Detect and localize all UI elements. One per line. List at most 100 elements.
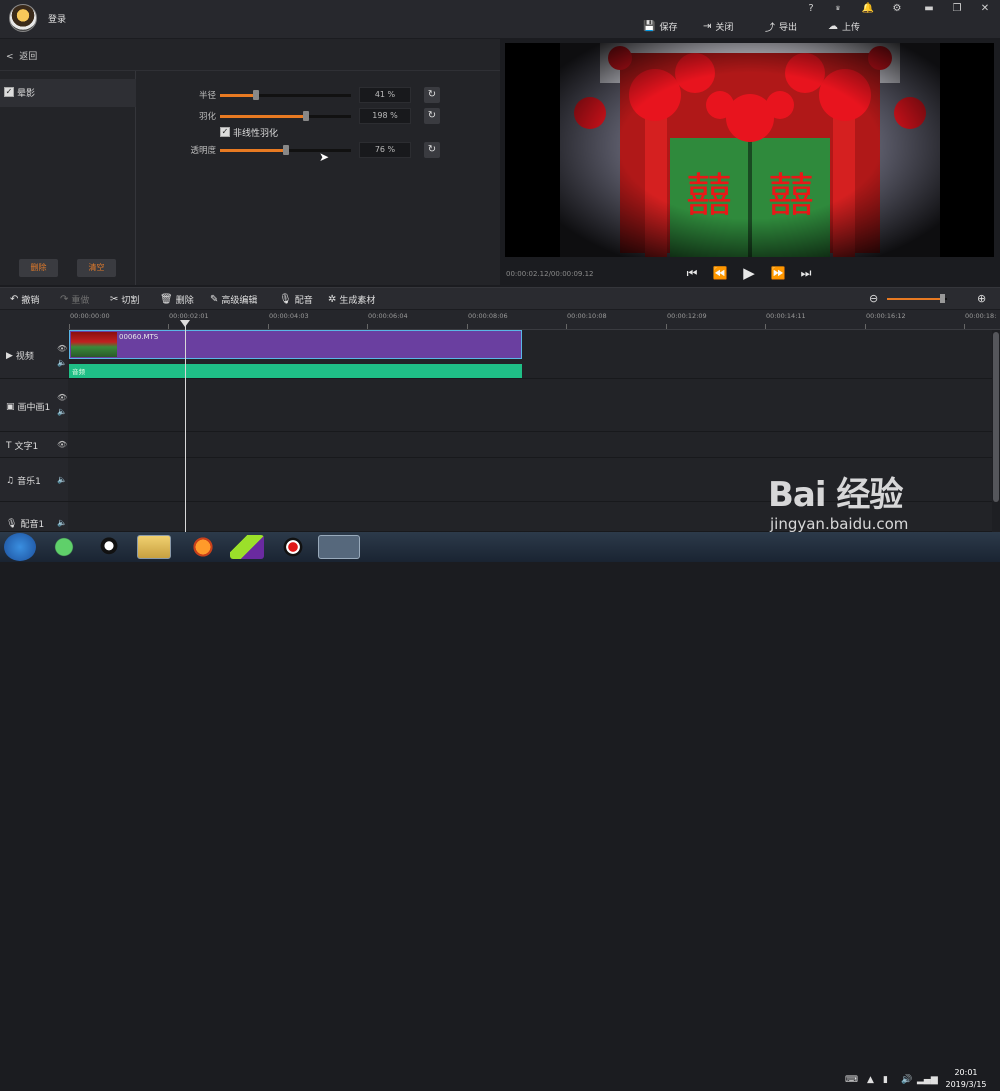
tick-line xyxy=(765,324,766,329)
video-preview[interactable]: 囍 囍 xyxy=(505,43,994,257)
next-frame-icon[interactable]: ⏩ xyxy=(770,265,786,281)
reset-icon[interactable]: ↻ xyxy=(424,87,440,103)
tick-line xyxy=(268,324,269,329)
gear-icon[interactable]: ⚙ xyxy=(890,2,904,16)
restore-icon[interactable]: ❐ xyxy=(950,2,964,16)
upload-button[interactable]: ☁ 上传 xyxy=(828,19,860,33)
clock[interactable]: 20:01 2019/3/15 xyxy=(938,1067,994,1091)
bell-icon[interactable]: 🔔 xyxy=(861,2,875,16)
radius-slider[interactable] xyxy=(220,90,351,100)
track-header-video[interactable]: ▶ 视频 👁 🔈 xyxy=(0,330,68,379)
delete-button[interactable]: 🗑 删除 xyxy=(160,293,194,306)
opacity-value[interactable]: 76 % xyxy=(359,142,411,158)
tick-line xyxy=(666,324,667,329)
preview-timecode: 00:00:02.12/00:00:09.12 xyxy=(506,270,594,278)
reset-icon[interactable]: ↻ xyxy=(424,142,440,158)
firefox-icon[interactable] xyxy=(186,535,220,559)
timeline-scrollbar[interactable] xyxy=(992,330,1000,532)
playhead-marker[interactable] xyxy=(180,320,190,327)
effect-item-vignette[interactable]: ✓ 晕影 xyxy=(0,79,136,107)
nonlinear-checkbox[interactable]: ✓ xyxy=(220,127,230,137)
avatar[interactable] xyxy=(9,4,37,32)
mouse-cursor: ➤ xyxy=(319,150,330,164)
feather-slider[interactable] xyxy=(220,111,351,121)
cut-button[interactable]: ✂ 切割 xyxy=(110,293,139,306)
keyboard-icon[interactable]: ⌨ xyxy=(845,1075,858,1085)
nonlinear-label: 非线性羽化 xyxy=(233,129,279,139)
audio-clip-label: 音频 xyxy=(72,368,85,376)
save-icon: 💾 xyxy=(643,20,656,32)
browser-360-icon[interactable] xyxy=(47,535,81,559)
track-header-music[interactable]: ♫ 音乐1 🔈 xyxy=(0,458,68,502)
zoom-out-icon[interactable]: ⊖ xyxy=(869,292,878,305)
feather-value[interactable]: 198 % xyxy=(359,108,411,124)
redo-button[interactable]: ↷ 重做 xyxy=(60,293,89,306)
volume-icon[interactable]: 🔊 xyxy=(901,1075,912,1085)
effects-panel: < 返回 ✓ 晕影 删除 清空 半径 41 % ↻ 羽化 198 % ↻ ✓ 非… xyxy=(0,39,500,285)
media-app-icon[interactable] xyxy=(230,535,264,559)
speaker-icon[interactable]: 🔈 xyxy=(57,358,67,367)
save-button[interactable]: 💾 保存 xyxy=(643,19,677,33)
prev-frame-icon[interactable]: ⏪ xyxy=(712,265,728,281)
help-icon[interactable]: ? xyxy=(804,2,818,16)
device-icon[interactable]: ▮ xyxy=(883,1075,888,1085)
pip-track-lane[interactable] xyxy=(68,379,992,432)
reset-icon[interactable]: ↻ xyxy=(424,108,440,124)
skip-start-icon[interactable]: ⏮ xyxy=(684,265,700,281)
clear-effects-button[interactable]: 清空 xyxy=(77,259,116,277)
effect-list: ✓ 晕影 删除 清空 xyxy=(0,71,136,285)
speaker-icon[interactable]: 🔈 xyxy=(57,407,67,416)
voiceover-button[interactable]: 🎙 配音 xyxy=(279,293,313,306)
vip-icon[interactable]: ♛ xyxy=(831,2,845,16)
zoom-in-icon[interactable]: ⊕ xyxy=(977,292,986,305)
tick-line xyxy=(467,324,468,329)
undo-button[interactable]: ↶ 撤销 xyxy=(10,293,39,306)
file-explorer-icon[interactable] xyxy=(137,535,171,559)
speaker-icon[interactable]: 🔈 xyxy=(57,475,67,484)
network-icon[interactable]: ▂▄▆ xyxy=(917,1075,938,1085)
redo-icon: ↷ xyxy=(60,294,69,305)
eye-icon[interactable]: 👁 xyxy=(57,344,67,353)
minimize-icon[interactable]: ▬ xyxy=(922,2,936,16)
eye-icon[interactable]: 👁 xyxy=(57,393,67,402)
zoom-slider[interactable] xyxy=(887,294,947,303)
zoom-knob[interactable] xyxy=(940,294,946,303)
close-project-button[interactable]: ⇥ 关闭 xyxy=(703,19,733,33)
radius-value[interactable]: 41 % xyxy=(359,87,411,103)
start-button[interactable] xyxy=(4,533,36,561)
eye-icon[interactable]: 👁 xyxy=(57,440,67,449)
slider-knob[interactable] xyxy=(252,90,259,100)
track-header-text[interactable]: T 文字1 👁 xyxy=(0,432,68,458)
slider-fill xyxy=(220,94,256,97)
qq-icon[interactable] xyxy=(92,535,126,559)
slider-knob[interactable] xyxy=(303,111,310,121)
delete-effect-button[interactable]: 删除 xyxy=(19,259,58,277)
opacity-slider[interactable] xyxy=(220,145,351,155)
slider-knob[interactable] xyxy=(283,145,290,155)
video-clip[interactable]: 00060.MTS xyxy=(69,330,522,359)
login-link[interactable]: 登录 xyxy=(48,12,66,25)
advanced-edit-button[interactable]: ✎ 高级编辑 xyxy=(210,293,257,306)
close-icon[interactable]: ✕ xyxy=(978,2,992,16)
recorder-icon[interactable] xyxy=(276,535,310,559)
track-header-voiceover[interactable]: 🎙 配音1 🔈 xyxy=(0,502,68,532)
playhead[interactable] xyxy=(185,320,186,532)
music-track-icon: ♫ xyxy=(6,475,15,486)
pip-track-icon: ▣ xyxy=(6,401,15,412)
undo-icon: ↶ xyxy=(10,294,19,305)
skip-end-icon[interactable]: ⏭ xyxy=(798,265,814,281)
tray-arrow-icon[interactable]: ▲ xyxy=(867,1075,874,1085)
scroll-thumb[interactable] xyxy=(993,332,999,502)
back-button[interactable]: < 返回 xyxy=(6,49,37,62)
export-button[interactable]: ⤴ 导出 xyxy=(765,19,797,34)
video-editor-icon[interactable] xyxy=(318,535,360,559)
tick-line xyxy=(566,324,567,329)
audio-clip[interactable]: 音频 xyxy=(69,364,522,378)
play-icon[interactable]: ▶ xyxy=(741,265,757,281)
effect-checkbox[interactable]: ✓ xyxy=(4,87,14,97)
speaker-icon[interactable]: 🔈 xyxy=(57,518,67,527)
time-ruler[interactable]: 00:00:00:00 00:00:02:01 00:00:04:03 00:0… xyxy=(68,310,1000,330)
generate-material-button[interactable]: ✲ 生成素材 xyxy=(328,293,375,306)
track-header-pip[interactable]: ▣ 画中画1 👁 🔈 xyxy=(0,379,68,432)
watermark: Bai 经验 jingyan.baidu.com xyxy=(760,455,960,535)
